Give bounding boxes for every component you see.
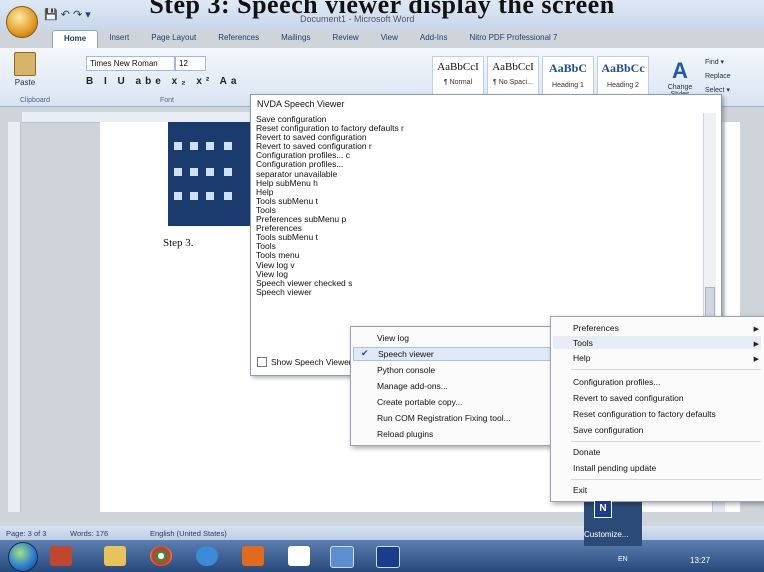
taskbar-chrome-icon[interactable] xyxy=(150,546,172,566)
menu-item-install-pending-update[interactable]: Install pending update xyxy=(573,463,656,473)
taskbar-media-icon[interactable] xyxy=(242,546,264,566)
log-line: Help subMenu h xyxy=(256,177,318,188)
menu-item-preferences[interactable]: Preferences xyxy=(573,323,619,333)
menu-item-reset-factory-defaults[interactable]: Reset configuration to factory defaults xyxy=(573,409,716,419)
log-line: Speech viewer checked s xyxy=(256,277,353,288)
styles-gallery: AaBbCcI ¶ Normal AaBbCcI ¶ No Spaci... AaB… xyxy=(432,56,649,98)
menu-separator xyxy=(571,479,761,480)
log-line: Tools subMenu t xyxy=(256,195,318,206)
status-page[interactable]: Page: 3 of 3 xyxy=(6,529,46,538)
tab-nitro-pdf[interactable]: Nitro PDF Professional 7 xyxy=(458,30,568,48)
slide-title: Step 3: Speech viewer display the screen xyxy=(149,0,615,19)
log-line: Preferences subMenu p xyxy=(256,214,347,225)
ribbon-tabs: Home Insert Page Layout References Maili… xyxy=(52,30,569,48)
tray-language[interactable]: EN xyxy=(618,556,628,563)
tray-customize-link[interactable]: Customize... xyxy=(584,530,642,544)
group-font-label: Font xyxy=(160,97,175,104)
change-styles-icon: A xyxy=(672,58,688,83)
menu-item-speech-viewer[interactable]: Speech viewer xyxy=(353,347,571,361)
menu-item-manage-add-ons[interactable]: Manage add-ons... xyxy=(377,381,448,391)
tab-references[interactable]: References xyxy=(207,30,270,48)
checkbox-label: Show Speech Viewer o xyxy=(271,357,359,367)
clipboard-icon xyxy=(14,52,36,76)
tab-review[interactable]: Review xyxy=(321,30,369,48)
tab-page-layout[interactable]: Page Layout xyxy=(140,30,207,48)
format-buttons[interactable]: B I U abe x₂ x² Aa xyxy=(86,76,240,87)
log-line: Tools xyxy=(256,241,276,252)
embedded-screenshot-image xyxy=(168,122,250,226)
paste-label: Paste xyxy=(14,78,36,87)
editing-group: Find ▾ Replace Select ▾ xyxy=(705,56,731,98)
group-clipboard-label: Clipboard xyxy=(20,97,50,104)
menu-item-donate[interactable]: Donate xyxy=(573,447,600,457)
menu-item-view-log[interactable]: View log xyxy=(377,333,409,343)
menu-separator xyxy=(571,369,761,370)
submenu-arrow-icon: ▶ xyxy=(753,341,759,348)
taskbar-ie-icon[interactable] xyxy=(196,546,218,566)
word-status-bar: Page: 3 of 3 Words: 176 English (United … xyxy=(0,526,764,540)
style-heading-2[interactable]: AaBbCc Heading 2 xyxy=(597,56,649,98)
menu-item-help[interactable]: Help xyxy=(573,353,590,363)
submenu-arrow-icon: ▶ xyxy=(753,326,759,333)
tab-mailings[interactable]: Mailings xyxy=(270,30,321,48)
replace-button[interactable]: Replace xyxy=(705,70,731,84)
log-line: Tools menu xyxy=(256,250,300,261)
submenu-arrow-icon: ▶ xyxy=(753,356,759,363)
style-heading-1[interactable]: AaBbC Heading 1 xyxy=(542,56,594,98)
font-name-combo[interactable]: Times New Roman xyxy=(86,56,175,71)
tab-home[interactable]: Home xyxy=(52,30,99,48)
taskbar-nvda-icon[interactable] xyxy=(376,546,400,568)
log-line: separator unavailable xyxy=(256,168,338,179)
tab-add-ins[interactable]: Add-Ins xyxy=(409,30,459,48)
change-styles-button[interactable]: A Change Styles xyxy=(660,58,700,98)
show-speech-viewer-checkbox[interactable]: Show Speech Viewer o xyxy=(257,357,359,367)
log-line: Help xyxy=(256,186,274,197)
menu-item-revert-saved-config[interactable]: Revert to saved configuration xyxy=(573,393,684,403)
status-words[interactable]: Words: 176 xyxy=(70,529,108,538)
taskbar-app-icon[interactable] xyxy=(288,546,310,566)
log-line: Tools subMenu t xyxy=(256,232,318,243)
tab-insert[interactable]: Insert xyxy=(98,30,140,48)
style-no-spacing[interactable]: AaBbCcI ¶ No Spaci... xyxy=(487,56,539,98)
checkbox-box[interactable] xyxy=(257,357,267,367)
tab-view[interactable]: View xyxy=(370,30,409,48)
menu-item-save-configuration[interactable]: Save configuration xyxy=(573,425,643,435)
font-size-combo[interactable]: 12 xyxy=(175,56,206,71)
menu-item-python-console[interactable]: Python console xyxy=(377,365,435,375)
menu-item-tools[interactable]: Tools xyxy=(573,338,593,348)
nvda-tray-icon[interactable]: N xyxy=(594,500,612,518)
find-button[interactable]: Find ▾ xyxy=(705,56,731,70)
menu-item-reload-plugins[interactable]: Reload plugins xyxy=(377,429,433,439)
checkmark-icon: ✔ xyxy=(361,348,369,358)
paste-button[interactable]: Paste xyxy=(8,52,42,92)
menu-item-configuration-profiles[interactable]: Configuration profiles... xyxy=(573,377,660,387)
speech-viewer-log[interactable]: Save configuration Reset configuration t… xyxy=(256,114,696,297)
log-line: Preferences xyxy=(256,223,302,234)
menu-item-exit[interactable]: Exit xyxy=(573,485,587,495)
taskbar-paint-icon[interactable] xyxy=(50,546,72,566)
nvda-tools-submenu: View log Speech viewer ✔ Python console … xyxy=(350,326,571,446)
speech-viewer-title: NVDA Speech Viewer xyxy=(257,99,345,109)
log-line: View log v xyxy=(256,259,295,270)
tray-clock[interactable]: 13:27 xyxy=(690,556,710,565)
start-button[interactable] xyxy=(8,542,38,572)
log-line: Speech viewer xyxy=(256,286,312,297)
menu-item-run-com-fixing-tool[interactable]: Run COM Registration Fixing tool... xyxy=(377,413,511,423)
vertical-ruler xyxy=(8,122,21,512)
nvda-main-menu: Preferences ▶ Tools ▶ Help ▶ Configurati… xyxy=(550,316,764,502)
taskbar-word-icon[interactable] xyxy=(330,546,354,568)
menu-item-create-portable-copy[interactable]: Create portable copy... xyxy=(377,397,462,407)
taskbar-explorer-icon[interactable] xyxy=(104,546,126,566)
document-step-text: Step 3. xyxy=(163,237,194,249)
style-normal[interactable]: AaBbCcI ¶ Normal xyxy=(432,56,484,98)
status-language[interactable]: English (United States) xyxy=(150,529,227,538)
menu-separator xyxy=(571,441,761,442)
